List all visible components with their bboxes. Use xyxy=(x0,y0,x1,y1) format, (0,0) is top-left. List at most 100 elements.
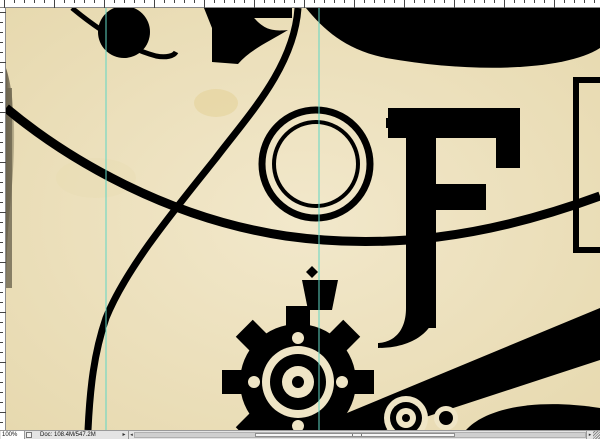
ruler-tick xyxy=(24,0,25,3)
ruler-tick xyxy=(204,0,205,8)
page-edge-strip xyxy=(6,88,12,288)
ruler-tick xyxy=(0,22,3,23)
ruler-tick xyxy=(0,82,3,83)
ruler-tick xyxy=(474,0,475,3)
ruler-tick xyxy=(0,242,3,243)
ruler-tick xyxy=(434,0,435,3)
ruler-tick xyxy=(0,232,3,233)
ruler-tick xyxy=(324,0,325,3)
ruler-tick xyxy=(0,372,3,373)
ruler-tick xyxy=(0,142,3,143)
ruler-tick xyxy=(0,402,3,403)
status-bar: 100% Doc: 108.4M/547.2M ▸ ◂ ▸ xyxy=(0,430,600,439)
ruler-tick xyxy=(444,0,445,3)
ruler-tick xyxy=(74,0,75,3)
ruler-tick xyxy=(534,0,535,3)
ruler-tick xyxy=(0,192,3,193)
ruler-tick xyxy=(194,0,195,3)
ruler-tick xyxy=(14,0,15,3)
ruler-tick xyxy=(0,302,3,303)
ruler-tick xyxy=(564,0,565,3)
ruler-tick xyxy=(454,0,455,8)
photoshop-document-window: 100% Doc: 108.4M/547.2M ▸ ◂ ▸ xyxy=(0,0,600,439)
ruler-tick xyxy=(174,0,175,3)
ruler-tick xyxy=(0,202,3,203)
ruler-tick xyxy=(504,0,505,8)
band-bearing-2 xyxy=(434,406,458,430)
horizontal-scroll-thumb[interactable] xyxy=(255,433,455,437)
zoom-level-field[interactable]: 100% xyxy=(1,431,25,439)
artwork xyxy=(6,8,600,430)
ruler-tick xyxy=(164,0,165,3)
ruler-tick xyxy=(0,132,3,133)
ruler-tick xyxy=(514,0,515,3)
ruler-tick xyxy=(314,0,315,3)
ruler-tick xyxy=(0,292,3,293)
ruler-tick xyxy=(0,92,3,93)
ruler-tick xyxy=(594,0,595,3)
info-menu-arrow-icon[interactable]: ▸ xyxy=(121,431,127,439)
ruler-tick xyxy=(284,0,285,3)
ruler-tick xyxy=(0,252,3,253)
ruler-tick xyxy=(84,0,85,3)
scroll-right-arrow-icon[interactable]: ▸ xyxy=(586,431,593,439)
ruler-tick xyxy=(254,0,255,8)
navigator-icon[interactable] xyxy=(26,432,32,438)
ruler-tick xyxy=(584,0,585,3)
ruler-tick xyxy=(0,322,3,323)
document-canvas[interactable] xyxy=(6,8,600,430)
ruler-tick xyxy=(154,0,155,8)
ruler-tick xyxy=(494,0,495,3)
ruler-tick xyxy=(134,0,135,3)
ruler-tick xyxy=(334,0,335,3)
top-center-black-bar xyxy=(242,8,292,18)
ruler-tick xyxy=(364,0,365,3)
ruler-tick xyxy=(124,0,125,3)
ruler-tick xyxy=(0,32,3,33)
horizontal-scrollbar[interactable] xyxy=(134,432,586,438)
ruler-tick xyxy=(0,342,3,343)
ruler-tick xyxy=(464,0,465,3)
ruler-tick xyxy=(374,0,375,3)
ruler-tick xyxy=(0,152,3,153)
ruler-tick xyxy=(394,0,395,3)
ruler-tick xyxy=(94,0,95,3)
ruler-tick xyxy=(384,0,385,3)
paper-stain xyxy=(194,89,238,117)
ruler-tick xyxy=(0,102,3,103)
ruler-tick xyxy=(144,0,145,3)
ruler-tick xyxy=(0,352,3,353)
ruler-tick xyxy=(484,0,485,3)
scroll-grip-icon xyxy=(352,434,362,436)
ruler-tick xyxy=(0,422,3,423)
paper-stain-2 xyxy=(56,158,136,198)
ruler-tick xyxy=(54,0,55,8)
ruler-tick xyxy=(344,0,345,3)
ruler-tick xyxy=(0,72,3,73)
ruler-tick xyxy=(404,0,405,8)
ruler-tick xyxy=(354,0,355,8)
resize-grip-icon[interactable] xyxy=(593,431,600,439)
ruler-tick xyxy=(0,182,3,183)
ruler-tick xyxy=(0,332,3,333)
ruler-tick xyxy=(554,0,555,8)
ruler-tick xyxy=(544,0,545,3)
ruler-tick xyxy=(0,272,3,273)
ruler-tick xyxy=(524,0,525,3)
ruler-tick xyxy=(0,222,3,223)
ruler-tick xyxy=(0,172,3,173)
ruler-tick xyxy=(0,122,3,123)
ruler-tick xyxy=(0,392,3,393)
ruler-tick xyxy=(244,0,245,3)
horizontal-ruler[interactable] xyxy=(0,0,600,8)
ruler-tick xyxy=(304,0,305,8)
ruler-tick xyxy=(0,282,3,283)
ruler-tick xyxy=(4,0,5,8)
ruler-tick xyxy=(44,0,45,3)
ruler-tick xyxy=(34,0,35,3)
ruler-tick xyxy=(234,0,235,3)
ruler-tick xyxy=(64,0,65,3)
small-trapezoid xyxy=(302,280,338,310)
ruler-tick xyxy=(0,42,3,43)
ruler-tick xyxy=(414,0,415,3)
